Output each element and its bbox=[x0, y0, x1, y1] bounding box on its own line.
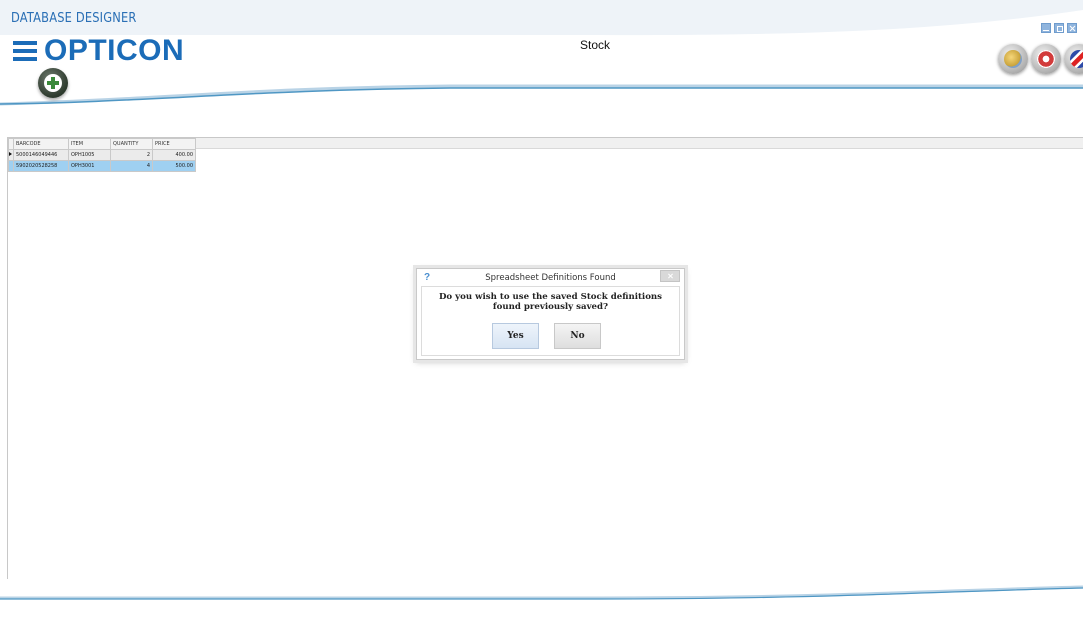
uk-flag-icon bbox=[1070, 50, 1083, 68]
column-header-price[interactable]: PRICE bbox=[152, 138, 196, 150]
header-wave-decoration bbox=[0, 0, 1083, 106]
disc-icon bbox=[1004, 50, 1022, 68]
row-pointer-icon bbox=[9, 152, 12, 156]
plus-circle-icon bbox=[44, 74, 62, 92]
maximize-icon[interactable] bbox=[1054, 23, 1064, 33]
page-title: Stock bbox=[579, 38, 610, 52]
column-header-barcode[interactable]: BARCODE bbox=[13, 138, 69, 150]
definitions-dialog: ? Spreadsheet Definitions Found Do you w… bbox=[416, 268, 685, 360]
cell-price[interactable]: 500.00 bbox=[152, 160, 196, 172]
add-button[interactable] bbox=[38, 68, 68, 98]
cell-quantity[interactable]: 2 bbox=[110, 149, 153, 161]
grid-header-row: BARCODE ITEM QUANTITY PRICE bbox=[8, 138, 196, 150]
window-controls bbox=[1041, 23, 1077, 33]
dialog-message: Do you wish to use the saved Stock defin… bbox=[438, 292, 663, 312]
minimize-icon[interactable] bbox=[1041, 23, 1051, 33]
dialog-titlebar[interactable]: ? Spreadsheet Definitions Found bbox=[417, 269, 684, 286]
app-title: DATABASE DESIGNER bbox=[11, 11, 137, 26]
table-row[interactable]: 5000146049446 OPH1005 2 400.00 bbox=[8, 149, 196, 161]
cell-quantity[interactable]: 4 bbox=[110, 160, 153, 172]
disc-settings-button[interactable] bbox=[998, 44, 1028, 74]
cell-price[interactable]: 400.00 bbox=[152, 149, 196, 161]
yes-button[interactable]: Yes bbox=[492, 323, 539, 349]
table-row[interactable]: 5902020528258 OPH3001 4 500.00 bbox=[8, 160, 196, 172]
stock-grid[interactable]: BARCODE ITEM QUANTITY PRICE 500014604944… bbox=[8, 138, 196, 172]
menu-bars-icon[interactable] bbox=[13, 41, 37, 61]
cell-item[interactable]: OPH3001 bbox=[68, 160, 111, 172]
column-header-item[interactable]: ITEM bbox=[68, 138, 111, 150]
footer-wave-decoration bbox=[0, 585, 1083, 600]
opticon-logo: OPTICON bbox=[13, 34, 184, 68]
column-header-quantity[interactable]: QUANTITY bbox=[110, 138, 153, 150]
lifebuoy-icon bbox=[1037, 50, 1055, 68]
cell-barcode[interactable]: 5000146049446 bbox=[13, 149, 69, 161]
no-button[interactable]: No bbox=[554, 323, 601, 349]
cell-item[interactable]: OPH1005 bbox=[68, 149, 111, 161]
close-icon[interactable] bbox=[1067, 23, 1077, 33]
cell-barcode[interactable]: 5902020528258 bbox=[13, 160, 69, 172]
dialog-body: Do you wish to use the saved Stock defin… bbox=[421, 286, 680, 356]
logo-text: OPTICON bbox=[44, 34, 185, 67]
dialog-title: Spreadsheet Definitions Found bbox=[485, 273, 616, 283]
dialog-close-button[interactable] bbox=[660, 270, 680, 282]
help-lifebuoy-button[interactable] bbox=[1031, 44, 1061, 74]
